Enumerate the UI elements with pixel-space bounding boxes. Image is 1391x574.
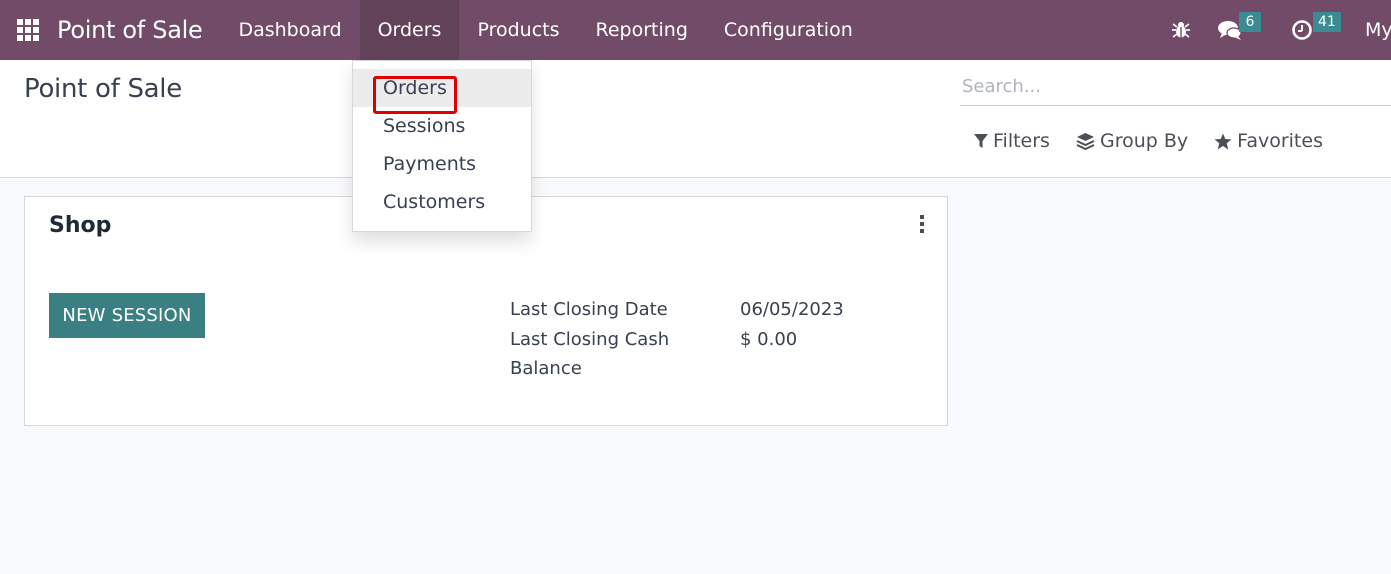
filter-icon xyxy=(974,134,988,148)
bug-icon xyxy=(1172,22,1190,38)
info-row-balance: Balance xyxy=(510,354,844,384)
info-row-last-closing-date: Last Closing Date 06/05/2023 xyxy=(510,295,844,325)
search-options: Filters Group By Favorites xyxy=(974,130,1349,152)
card-options-icon[interactable] xyxy=(918,215,926,233)
card-title: Shop xyxy=(49,213,112,238)
control-panel: Point of Sale Filters Group By Favorites xyxy=(0,60,1391,178)
info-label: Balance xyxy=(510,358,582,379)
apps-grid-icon[interactable] xyxy=(17,19,39,41)
messages-button[interactable]: 6 xyxy=(1217,0,1261,60)
page-title: Point of Sale xyxy=(24,74,182,104)
user-menu[interactable]: My xyxy=(1365,19,1391,41)
clock-icon xyxy=(1292,20,1312,40)
menu-dashboard[interactable]: Dashboard xyxy=(220,0,359,60)
new-session-button[interactable]: NEW SESSION xyxy=(49,293,205,338)
orders-dropdown-menu: Orders Sessions Payments Customers xyxy=(352,60,532,232)
search-box xyxy=(960,68,1391,106)
menu-orders[interactable]: Orders xyxy=(359,0,460,60)
info-value: 06/05/2023 xyxy=(740,299,844,320)
favorites-label: Favorites xyxy=(1237,130,1323,152)
star-icon xyxy=(1214,133,1232,149)
group-by-button[interactable]: Group By xyxy=(1076,130,1188,152)
debug-button[interactable] xyxy=(1171,0,1191,60)
search-input[interactable] xyxy=(960,68,1391,104)
systray: 6 41 My xyxy=(1171,0,1391,60)
activities-button[interactable]: 41 xyxy=(1291,0,1341,60)
info-value: $ 0.00 xyxy=(740,328,798,350)
favorites-button[interactable]: Favorites xyxy=(1214,130,1323,152)
dropdown-item-orders[interactable]: Orders xyxy=(353,69,531,114)
info-label: Last Closing Date xyxy=(510,299,668,320)
card-info: Last Closing Date 06/05/2023 Last Closin… xyxy=(510,295,844,384)
menu-configuration[interactable]: Configuration xyxy=(706,0,871,60)
messages-badge: 6 xyxy=(1239,12,1261,32)
info-label: Last Closing Cash xyxy=(510,328,670,350)
menu-reporting[interactable]: Reporting xyxy=(578,0,706,60)
dropdown-item-customers[interactable]: Customers xyxy=(353,183,531,221)
activities-badge: 41 xyxy=(1313,12,1341,32)
menu-products[interactable]: Products xyxy=(459,0,577,60)
info-row-last-closing-cash: Last Closing Cash $ 0.00 xyxy=(510,325,844,355)
group-by-label: Group By xyxy=(1099,130,1189,152)
dropdown-item-payments[interactable]: Payments xyxy=(353,145,531,183)
filters-button[interactable]: Filters xyxy=(974,130,1050,152)
layers-icon xyxy=(1076,133,1095,150)
dropdown-item-sessions[interactable]: Sessions xyxy=(353,107,531,145)
top-navbar: Point of Sale Dashboard Orders Products … xyxy=(0,0,1391,60)
filters-label: Filters xyxy=(993,130,1050,152)
app-brand[interactable]: Point of Sale xyxy=(57,16,203,44)
